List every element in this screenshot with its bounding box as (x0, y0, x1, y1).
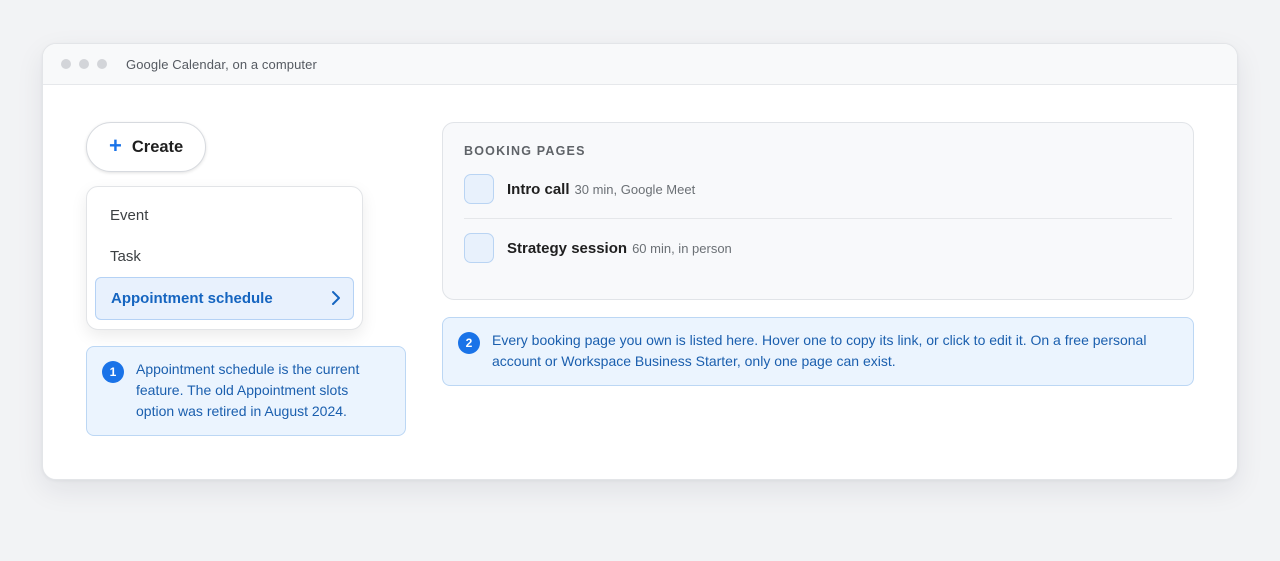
create-button-label: Create (131, 137, 184, 156)
booking-color-swatch (464, 233, 494, 263)
callout-note-2: 2 Every booking page you own is listed h… (442, 317, 1194, 386)
menu-item-label: Appointment schedule (111, 290, 273, 307)
booking-pages-panel: BOOKING PAGES Intro call 30 min, Google … (442, 122, 1194, 300)
plus-icon: + (109, 133, 122, 158)
create-menu: Event Task Appointment schedule (86, 186, 363, 330)
menu-item-event[interactable]: Event (87, 195, 362, 236)
booking-page-meta: 30 min, Google Meet (574, 181, 696, 197)
title-bar: Google Calendar, on a computer (43, 44, 1237, 85)
step-badge-1: 1 (102, 361, 124, 383)
menu-item-appointment-schedule[interactable]: Appointment schedule (95, 277, 354, 320)
window-close-dot[interactable] (61, 59, 71, 69)
booking-page-title: Strategy session (507, 239, 628, 257)
booking-pages-heading: BOOKING PAGES (464, 144, 586, 158)
booking-page-meta: 60 min, in person (632, 240, 732, 256)
menu-item-label: Event (110, 207, 149, 224)
callout-note-1: 1 Appointment schedule is the current fe… (86, 346, 406, 436)
chevron-right-icon (332, 291, 340, 305)
callout-text: Appointment schedule is the current feat… (136, 361, 360, 419)
booking-color-swatch (464, 174, 494, 204)
window-title: Google Calendar, on a computer (126, 56, 317, 72)
step-badge-2: 2 (458, 332, 480, 354)
window-zoom-dot[interactable] (97, 59, 107, 69)
callout-text: Every booking page you own is listed her… (492, 332, 1147, 369)
booking-page-item[interactable]: Strategy session 60 min, in person (464, 219, 1172, 277)
menu-item-task[interactable]: Task (87, 236, 362, 277)
menu-item-label: Task (110, 248, 141, 265)
booking-page-title: Intro call (507, 180, 570, 198)
app-window: Google Calendar, on a computer + Create … (42, 43, 1238, 480)
booking-page-item[interactable]: Intro call 30 min, Google Meet (464, 160, 1172, 219)
window-minimize-dot[interactable] (79, 59, 89, 69)
create-button[interactable]: + Create (86, 122, 206, 172)
